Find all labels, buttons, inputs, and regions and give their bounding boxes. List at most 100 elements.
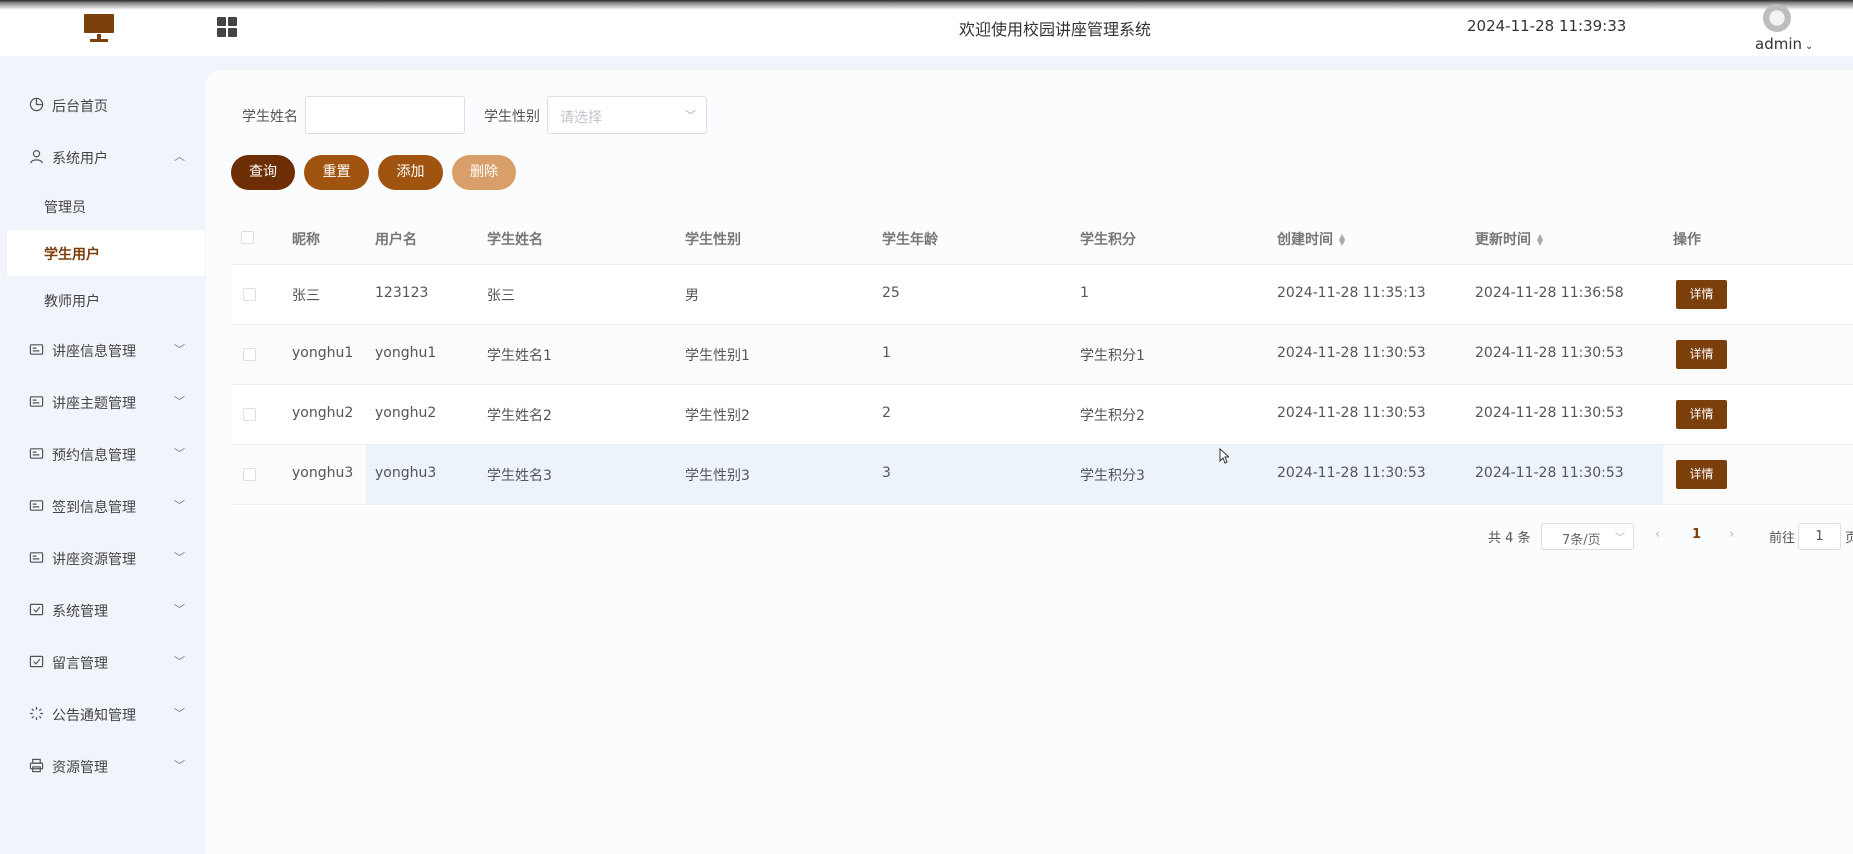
sidebar-item-label: 公告通知管理 (52, 708, 136, 724)
cell-student-points: 学生积分1 (1080, 348, 1145, 364)
cell-student-name: 学生姓名1 (487, 348, 552, 364)
sidebar-item-system-management[interactable]: 系统管理 ﹀ (0, 588, 205, 632)
detail-button[interactable]: 详情 (1676, 280, 1727, 309)
page-suffix-label: 页 (1845, 531, 1853, 546)
chevron-down-icon: ﹀ (685, 109, 696, 122)
chevron-down-icon: ﹀ (174, 603, 185, 616)
chevron-down-icon: ﹀ (174, 447, 185, 460)
card-icon (29, 396, 44, 407)
page-size-select[interactable]: 7条/页 ﹀ (1541, 523, 1634, 550)
select-all-checkbox[interactable] (241, 231, 254, 244)
cell-username: yonghu1 (375, 345, 437, 361)
query-button[interactable]: 查询 (231, 155, 295, 190)
sidebar-item-label: 讲座信息管理 (52, 344, 136, 360)
sidebar-item-system-users[interactable]: 系统用户 ︿ (0, 135, 205, 179)
cell-student-gender: 学生性别1 (685, 348, 750, 364)
row-checkbox[interactable] (243, 288, 256, 301)
prev-page-icon[interactable]: ‹ (1655, 527, 1660, 542)
chevron-down-icon: ﹀ (174, 655, 185, 668)
pagination-total: 共 4 条 (1488, 531, 1531, 546)
table-row[interactable]: yonghu3 yonghu3 学生姓名3 学生性别3 3 学生积分3 2024… (232, 445, 1853, 505)
cell-username: 123123 (375, 285, 429, 301)
cell-updated-at: 2024-11-28 11:30:53 (1475, 405, 1624, 421)
sidebar-item-messages[interactable]: 留言管理 ﹀ (0, 640, 205, 684)
sidebar-item-label: 后台首页 (52, 99, 108, 115)
sidebar-item-lecture-info[interactable]: 讲座信息管理 ﹀ (0, 328, 205, 372)
sidebar-item-label: 资源管理 (52, 760, 108, 776)
sidebar-item-announcements[interactable]: 公告通知管理 ﹀ (0, 692, 205, 736)
detail-button[interactable]: 详情 (1676, 400, 1727, 429)
card-icon (29, 344, 44, 355)
grid-menu-icon[interactable] (217, 17, 237, 37)
cell-created-at: 2024-11-28 11:30:53 (1277, 465, 1426, 481)
student-name-input[interactable] (305, 96, 465, 134)
table-row[interactable]: yonghu2 yonghu2 学生姓名2 学生性别2 2 学生积分2 2024… (232, 385, 1853, 445)
reset-button[interactable]: 重置 (304, 155, 369, 190)
table-row[interactable]: 张三 123123 张三 男 25 1 2024-11-28 11:35:13 … (232, 265, 1853, 325)
sort-icon[interactable]: ▲ ▼ (1537, 233, 1543, 247)
column-header-student-points: 学生积分 (1080, 232, 1136, 248)
sidebar-item-label: 留言管理 (52, 656, 108, 672)
cell-updated-at: 2024-11-28 11:30:53 (1475, 465, 1624, 481)
cell-updated-at: 2024-11-28 11:36:58 (1475, 285, 1624, 301)
sidebar: 后台首页 系统用户 ︿ 管理员 学生用户 教师用户 讲座信息管理 ﹀ 讲座主题管… (0, 56, 205, 854)
sidebar-item-lecture-resources[interactable]: 讲座资源管理 ﹀ (0, 536, 205, 580)
sidebar-item-dashboard[interactable]: 后台首页 (0, 83, 205, 127)
column-header-nickname: 昵称 (292, 232, 320, 248)
student-gender-select[interactable]: 请选择 ﹀ (547, 96, 707, 134)
row-checkbox[interactable] (243, 408, 256, 421)
pie-chart-icon (29, 97, 44, 112)
cell-student-age: 3 (882, 465, 891, 481)
chevron-down-icon: ﹀ (174, 759, 185, 772)
sidebar-item-checkins[interactable]: 签到信息管理 ﹀ (0, 484, 205, 528)
cell-student-points: 1 (1080, 285, 1089, 301)
add-button[interactable]: 添加 (378, 155, 443, 190)
avatar[interactable] (1763, 4, 1791, 32)
mouse-cursor-icon (1219, 448, 1229, 464)
user-icon (30, 149, 43, 164)
sidebar-item-student-users[interactable]: 学生用户 (7, 230, 205, 276)
cell-nickname: yonghu3 (292, 465, 354, 481)
page-number-current[interactable]: 1 (1692, 527, 1701, 542)
next-page-icon[interactable]: › (1729, 527, 1734, 542)
sidebar-item-teacher-users[interactable]: 教师用户 (7, 277, 205, 323)
student-name-label: 学生姓名 (242, 109, 298, 125)
card-icon (29, 500, 44, 511)
chevron-up-icon: ︿ (174, 150, 185, 163)
cell-student-gender: 学生性别2 (685, 408, 750, 424)
chevron-down-icon: ﹀ (174, 343, 185, 356)
column-header-created-at[interactable]: 创建时间 ▲ ▼ (1277, 229, 1345, 249)
row-checkbox[interactable] (243, 468, 256, 481)
goto-label: 前往 (1769, 531, 1796, 546)
detail-button[interactable]: 详情 (1676, 460, 1727, 489)
cell-created-at: 2024-11-28 11:30:53 (1277, 345, 1426, 361)
sidebar-item-admins[interactable]: 管理员 (7, 183, 205, 229)
sidebar-item-label: 学生用户 (44, 247, 100, 263)
column-header-student-gender: 学生性别 (685, 232, 741, 248)
table-row[interactable]: yonghu1 yonghu1 学生姓名1 学生性别1 1 学生积分1 2024… (232, 325, 1853, 385)
printer-icon (29, 758, 44, 773)
detail-button[interactable]: 详情 (1676, 340, 1727, 369)
cell-student-points: 学生积分2 (1080, 408, 1145, 424)
system-title: 欢迎使用校园讲座管理系统 (958, 20, 1151, 39)
card-icon (29, 552, 44, 563)
column-header-actions: 操作 (1673, 232, 1701, 248)
column-header-updated-at[interactable]: 更新时间 ▲ ▼ (1475, 229, 1543, 249)
sidebar-item-resources[interactable]: 资源管理 ﹀ (0, 744, 205, 788)
row-checkbox[interactable] (243, 348, 256, 361)
table-header: 昵称 用户名 学生姓名 学生性别 学生年龄 学生积分 创建时间 ▲ ▼ 更新时间 ▲ ▼… (232, 210, 1853, 265)
goto-page-input[interactable]: 1 (1798, 523, 1841, 550)
cell-created-at: 2024-11-28 11:35:13 (1277, 285, 1426, 301)
current-datetime: 2024-11-28 11:39:33 (1467, 17, 1627, 35)
delete-button[interactable]: 删除 (452, 155, 516, 190)
sidebar-item-reservations[interactable]: 预约信息管理 ﹀ (0, 432, 205, 476)
select-placeholder: 请选择 (560, 110, 602, 126)
sidebar-item-lecture-topics[interactable]: 讲座主题管理 ﹀ (0, 380, 205, 424)
cell-username: yonghu2 (375, 405, 437, 421)
user-menu[interactable]: admin ⌄ (1755, 35, 1813, 53)
sidebar-item-label: 讲座主题管理 (52, 396, 136, 412)
monitor-logo-icon (84, 12, 114, 42)
student-gender-label: 学生性别 (484, 109, 540, 125)
cell-student-name: 张三 (487, 288, 515, 304)
sort-icon[interactable]: ▲ ▼ (1339, 233, 1345, 247)
